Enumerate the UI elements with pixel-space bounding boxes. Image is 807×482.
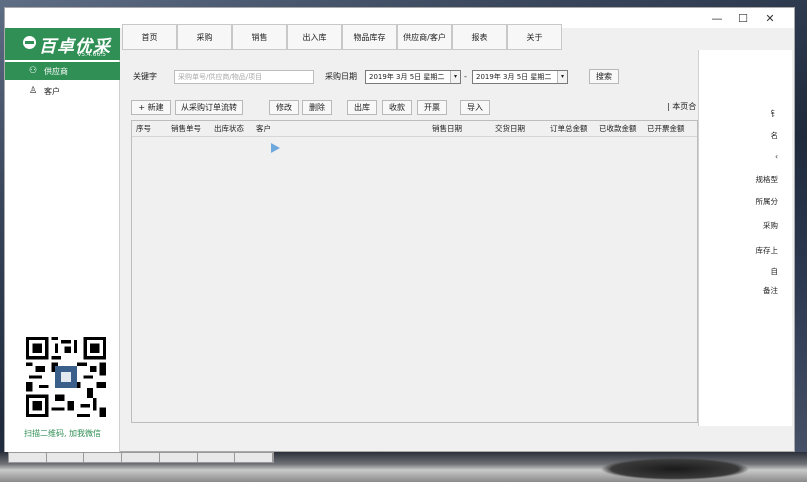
menu-supplier-customer[interactable]: 供应商/客户 bbox=[397, 24, 452, 50]
edit-button[interactable]: 修改 bbox=[269, 100, 299, 115]
detail-field-label: 所属分 bbox=[755, 197, 779, 206]
taskbar-strip bbox=[8, 452, 274, 463]
search-button[interactable]: 搜索 bbox=[589, 69, 619, 84]
user-group-icon: ⚇ bbox=[29, 66, 38, 76]
date-from-picker[interactable]: 2019年 3月 5日 星期二 ▾ bbox=[365, 70, 461, 84]
menu-inventory[interactable]: 物品库存 bbox=[342, 24, 397, 50]
column-header[interactable]: 出库状态 bbox=[214, 121, 244, 137]
app-version: v5.4.66.5 bbox=[77, 51, 106, 58]
chevron-down-icon: ▾ bbox=[450, 71, 460, 83]
menu-stock-io[interactable]: 出入库 bbox=[287, 24, 342, 50]
menu-sales[interactable]: 销售 bbox=[232, 24, 287, 50]
taskbar-segment bbox=[47, 453, 85, 462]
new-button[interactable]: + 新建 bbox=[131, 100, 171, 115]
detail-panel: 钅 名 ‹ 规格型 所属分 采购 库存上 自 备注 bbox=[698, 50, 792, 426]
date-to-value: 2019年 3月 5日 星期二 bbox=[476, 73, 552, 81]
taskbar-segment bbox=[198, 453, 236, 462]
sidebar-item-customer[interactable]: ♙ 客户 bbox=[5, 82, 120, 100]
detail-field-label: ‹ bbox=[775, 152, 778, 161]
menu-about[interactable]: 关于 bbox=[507, 24, 562, 50]
user-icon: ♙ bbox=[29, 86, 38, 96]
column-header[interactable]: 已收款金额 bbox=[599, 121, 637, 137]
desktop-object bbox=[600, 458, 750, 480]
sidebar: 百卓优采 v5.4.66.5 ⚇ 供应商 ♙ 客户 扫描二维码, 加我微信 bbox=[5, 28, 120, 452]
mouse-cursor-icon bbox=[271, 143, 280, 153]
wechat-qr-code bbox=[26, 337, 106, 417]
column-header[interactable]: 交货日期 bbox=[495, 121, 525, 137]
outbound-button[interactable]: 出库 bbox=[347, 100, 377, 115]
menu-home[interactable]: 首页 bbox=[122, 24, 177, 50]
menu-purchase[interactable]: 采购 bbox=[177, 24, 232, 50]
from-po-button[interactable]: 从采购订单流转 bbox=[175, 100, 243, 115]
detail-field-label: 备注 bbox=[763, 286, 778, 295]
taskbar-segment bbox=[160, 453, 198, 462]
app-logo: 百卓优采 v5.4.66.5 bbox=[5, 28, 120, 60]
detail-field-label: 库存上 bbox=[755, 246, 779, 255]
import-button[interactable]: 导入 bbox=[460, 100, 490, 115]
sales-table[interactable]: 序号 销售单号 出库状态 客户 销售日期 交货日期 订单总金额 已收款金额 已开… bbox=[131, 120, 698, 423]
taskbar-segment bbox=[9, 453, 47, 462]
column-header[interactable]: 已开票金额 bbox=[647, 121, 685, 137]
sidebar-item-label: 客户 bbox=[44, 86, 60, 96]
detail-field-label: 名 bbox=[770, 131, 779, 140]
app-window: — ☐ ✕ 百卓优采 v5.4.66.5 ⚇ 供应商 ♙ 客户 扫描二维码, 加… bbox=[4, 7, 795, 452]
date-from-value: 2019年 3月 5日 星期二 bbox=[369, 73, 445, 81]
taskbar-segment bbox=[84, 453, 123, 462]
column-header[interactable]: 客户 bbox=[256, 121, 271, 137]
taskbar-segment bbox=[122, 453, 160, 462]
detail-field-label: 规格型 bbox=[755, 175, 779, 184]
column-header[interactable]: 销售单号 bbox=[171, 121, 201, 137]
table-header: 序号 销售单号 出库状态 客户 销售日期 交货日期 订单总金额 已收款金额 已开… bbox=[132, 121, 697, 137]
qr-caption: 扫描二维码, 加我微信 bbox=[23, 429, 102, 438]
detail-field-label: 自 bbox=[770, 267, 779, 276]
maximize-button[interactable]: ☐ bbox=[730, 8, 756, 28]
receive-payment-button[interactable]: 收款 bbox=[382, 100, 412, 115]
column-header[interactable]: 订单总金额 bbox=[550, 121, 588, 137]
date-separator: - bbox=[464, 72, 467, 81]
taskbar-segment bbox=[235, 453, 274, 462]
detail-field-label: 钅 bbox=[770, 109, 779, 118]
keyword-input[interactable]: 采购单号/供应商/物品/项目 bbox=[174, 70, 314, 84]
column-header[interactable]: 序号 bbox=[136, 121, 151, 137]
logo-mark-icon bbox=[23, 36, 36, 49]
main-menu: 首页 采购 销售 出入库 物品库存 供应商/客户 报表 关于 bbox=[122, 24, 562, 50]
menu-reports[interactable]: 报表 bbox=[452, 24, 507, 50]
detail-field-label: 采购 bbox=[763, 221, 778, 230]
sidebar-item-supplier[interactable]: ⚇ 供应商 bbox=[5, 62, 120, 80]
close-button[interactable]: ✕ bbox=[757, 8, 783, 28]
date-to-picker[interactable]: 2019年 3月 5日 星期二 ▾ bbox=[472, 70, 568, 84]
delete-button[interactable]: 删除 bbox=[302, 100, 332, 115]
sidebar-item-label: 供应商 bbox=[44, 66, 68, 76]
minimize-button[interactable]: — bbox=[704, 8, 730, 28]
date-label: 采购日期 bbox=[325, 72, 357, 81]
chevron-down-icon: ▾ bbox=[557, 71, 567, 83]
column-header[interactable]: 销售日期 bbox=[432, 121, 462, 137]
page-total-label: | 本页合 bbox=[667, 102, 697, 111]
invoice-button[interactable]: 开票 bbox=[417, 100, 447, 115]
keyword-label: 关键字 bbox=[133, 72, 157, 81]
